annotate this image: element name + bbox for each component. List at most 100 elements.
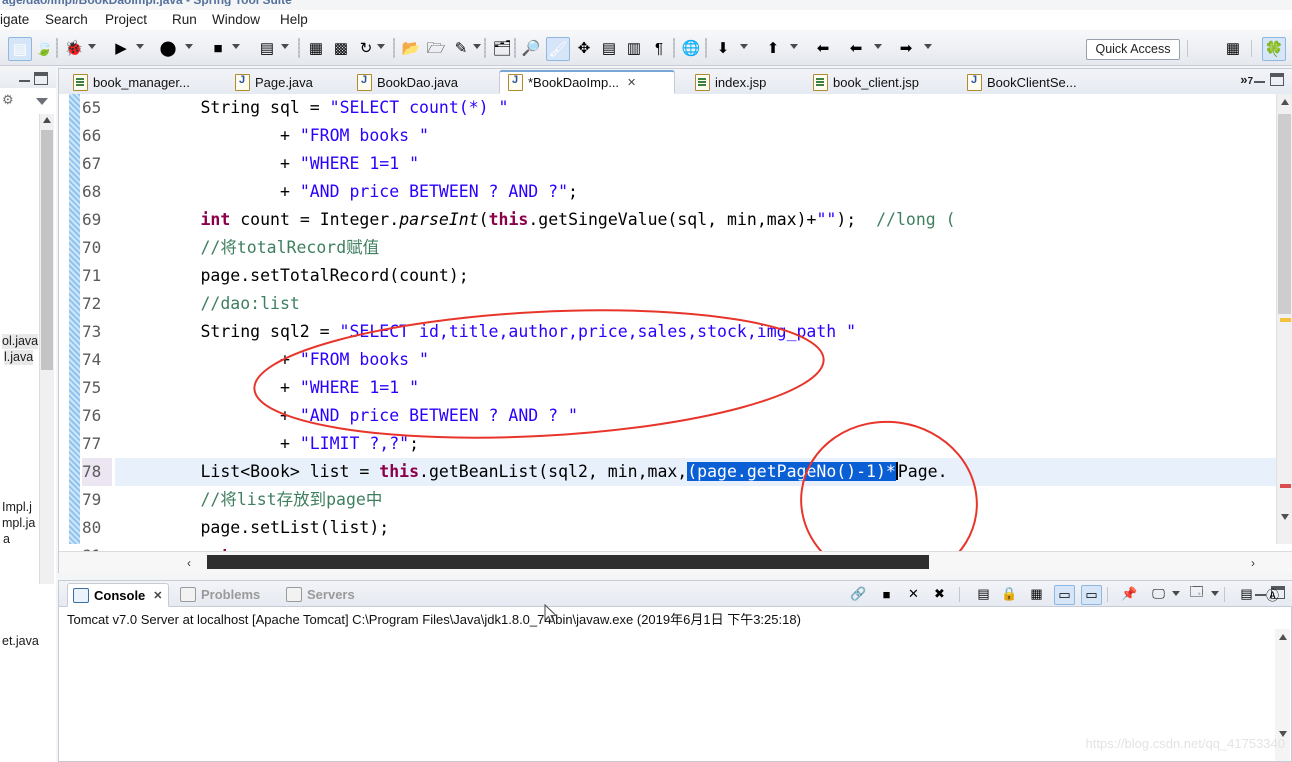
clear-console-icon[interactable]: ▤	[974, 585, 993, 603]
editor-tab-pagejava[interactable]: Page.java	[227, 70, 335, 94]
prev-annotation-dropdown-arrow[interactable]	[790, 44, 798, 49]
debug-bug-icon[interactable]: 🐞	[63, 37, 85, 59]
scrollbar-thumb[interactable]	[207, 555, 929, 569]
explorer-vertical-scrollbar[interactable]	[39, 114, 54, 584]
console-tab-problems[interactable]: Problems	[175, 583, 265, 605]
scrollbar-thumb[interactable]	[1278, 114, 1291, 314]
next-annotation-dropdown-arrow[interactable]	[740, 44, 748, 49]
scroll-lock-icon[interactable]: 🔒	[1000, 585, 1019, 603]
explorer-item-fragment[interactable]: et.java	[2, 634, 39, 649]
editor-tab-bookmanager[interactable]: book_manager...	[65, 70, 207, 94]
run-play-icon[interactable]: ▶	[110, 37, 132, 59]
external-tools-dropdown-arrow[interactable]	[185, 44, 193, 49]
menu-item-search[interactable]: Search	[45, 11, 88, 29]
scroll-down-arrow-icon[interactable]	[1281, 514, 1289, 520]
forward-nav-icon[interactable]: ➡	[895, 37, 917, 59]
console-tab-servers[interactable]: Servers	[281, 583, 360, 605]
overview-marker-warning[interactable]	[1280, 318, 1291, 322]
spring-perspective-icon[interactable]: 🍀	[1262, 37, 1286, 61]
new-package-icon[interactable]: ▩	[330, 37, 352, 59]
run-external-icon[interactable]: ⬤	[157, 37, 179, 59]
explorer-item-fragment[interactable]: a	[3, 532, 10, 547]
new-wizard-icon[interactable]: ▤	[8, 37, 32, 61]
marker-pen-icon[interactable]: ✎	[450, 37, 472, 59]
scroll-up-arrow-icon[interactable]	[1281, 99, 1289, 105]
scroll-up-arrow-icon[interactable]	[1279, 634, 1287, 640]
open-console-dropdown-arrow[interactable]	[1211, 591, 1219, 596]
back-dropdown-arrow[interactable]	[874, 44, 882, 49]
editor-tab-bookclientjsp[interactable]: book_client.jsp	[805, 70, 948, 94]
explorer-item-fragment[interactable]: ol.java	[2, 334, 39, 349]
maximize-explorer-button[interactable]	[34, 72, 48, 85]
pin-console-icon[interactable]: 📌	[1120, 585, 1139, 603]
code-line[interactable]: page.setList(list);	[121, 514, 389, 542]
spring-leaf-icon[interactable]: 🍃	[33, 37, 55, 59]
explorer-item-fragment[interactable]: l.java	[4, 350, 34, 365]
minimize-explorer-button[interactable]	[19, 74, 30, 82]
code-line[interactable]: //将totalRecord赋值	[121, 234, 379, 262]
run-server-dropdown-arrow[interactable]	[281, 44, 289, 49]
word-wrap-icon[interactable]: ▦	[1027, 585, 1046, 603]
code-line[interactable]: //dao:list	[121, 290, 299, 318]
ansi-console-icon[interactable]: Ⓐ	[1263, 585, 1282, 603]
console-view-icon[interactable]: ▥	[623, 37, 645, 59]
code-line[interactable]: + "WHERE 1=1 "	[121, 374, 419, 402]
debug-dropdown-arrow[interactable]	[88, 44, 96, 49]
back-history-icon[interactable]: ⬅	[812, 37, 834, 59]
show-console-on-error-icon[interactable]: ▭	[1081, 585, 1102, 605]
scroll-up-arrow-icon[interactable]	[43, 117, 51, 123]
display-console-dropdown-arrow[interactable]	[1172, 591, 1180, 596]
code-line[interactable]: String sql = "SELECT count(*) "	[121, 94, 508, 122]
code-line[interactable]: List<Book> list = this.getBeanList(sql2,…	[121, 458, 948, 486]
open-console-icon[interactable]: 🗔	[1187, 584, 1206, 603]
editor-tab-bookclientse[interactable]: BookClientSe...	[959, 70, 1107, 94]
highlight-brush-icon[interactable]: 🖌	[546, 37, 570, 61]
export-icon[interactable]: ▤	[598, 37, 620, 59]
overview-marker-occurrence[interactable]	[1280, 484, 1291, 488]
paragraph-icon[interactable]: ¶	[648, 37, 670, 59]
show-console-on-output-icon[interactable]: ▭	[1054, 585, 1075, 605]
annotation-ruler[interactable]	[59, 94, 69, 544]
remove-launch-icon[interactable]: ✕	[904, 585, 923, 603]
new-perspective-icon[interactable]: ▦	[1222, 37, 1244, 59]
open-type-icon[interactable]: 🗁	[425, 37, 447, 59]
minimize-editor-button[interactable]	[1254, 75, 1265, 83]
terminate-icon[interactable]: ■	[877, 585, 896, 603]
scrollbar-thumb[interactable]	[41, 130, 53, 370]
code-line[interactable]: + "FROM books "	[121, 122, 429, 150]
open-resource-icon[interactable]: 🗂	[491, 37, 513, 59]
refresh-icon[interactable]: ↻	[355, 37, 377, 59]
menu-item-run[interactable]: Run	[172, 11, 197, 29]
maximize-editor-button[interactable]	[1270, 73, 1284, 86]
code-line[interactable]: + "FROM books "	[121, 346, 429, 374]
toggle-mark-icon[interactable]: ✥	[573, 37, 595, 59]
code-line[interactable]: + "LIMIT ?,?";	[121, 430, 419, 458]
editor-tab-indexjsp[interactable]: index.jsp	[687, 70, 792, 94]
code-line[interactable]: int count = Integer.parseInt(this.getSin…	[121, 206, 955, 234]
code-line[interactable]: + "AND price BETWEEN ? AND ?";	[121, 178, 578, 206]
back-nav-icon[interactable]: ⬅	[845, 37, 867, 59]
open-folder-icon[interactable]: 📂	[400, 37, 422, 59]
code-line[interactable]: String sql2 = "SELECT id,title,author,pr…	[121, 318, 856, 346]
stop-dropdown-arrow[interactable]	[232, 44, 240, 49]
editor-tab-bookdaojava[interactable]: BookDao.java	[349, 70, 484, 94]
refresh-dropdown-arrow[interactable]	[377, 44, 385, 49]
menu-item-project[interactable]: Project	[105, 11, 147, 29]
next-annotation-icon[interactable]: ⬇	[712, 37, 734, 59]
editor-horizontal-scrollbar[interactable]: ‹ ›	[59, 551, 1292, 573]
scroll-left-arrow-icon[interactable]: ‹	[187, 556, 191, 570]
editor-tab-overflow-icon[interactable]: »7	[1240, 72, 1253, 87]
menu-item-help[interactable]: Help	[280, 11, 308, 29]
previous-annotation-icon[interactable]: ⬆	[762, 37, 784, 59]
code-line[interactable]: + "WHERE 1=1 "	[121, 150, 419, 178]
forward-dropdown-arrow[interactable]	[924, 44, 932, 49]
stop-icon[interactable]: ■	[207, 37, 229, 59]
web-browser-icon[interactable]: 🌐	[680, 37, 702, 59]
pen-dropdown-arrow[interactable]	[473, 44, 481, 49]
console-tab-console[interactable]: Console ✕	[67, 583, 169, 607]
source-code-viewport[interactable]: 65 String sql = "SELECT count(*) " 66 + "…	[59, 94, 1292, 573]
code-line[interactable]: //将list存放到page中	[121, 486, 382, 514]
explorer-item-fragment[interactable]: Impl.j	[2, 500, 32, 515]
search-globe-icon[interactable]: 🔎	[520, 37, 542, 59]
link-with-console-icon[interactable]: 🔗	[849, 585, 868, 603]
